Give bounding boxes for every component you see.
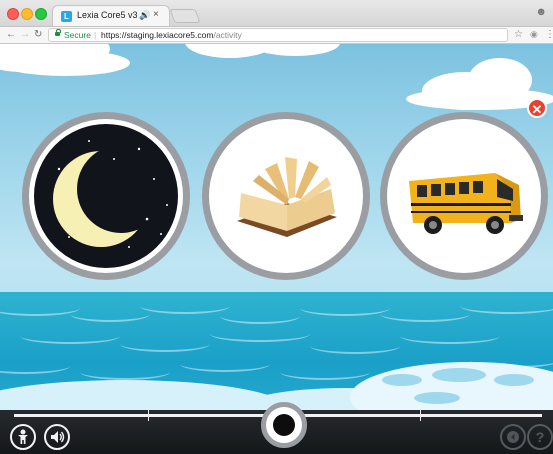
lock-icon: [55, 29, 61, 36]
help-person-icon[interactable]: [10, 424, 36, 450]
choice-book[interactable]: [202, 112, 370, 280]
record-icon: [273, 414, 295, 436]
address-bar: ← → ↻ Secure | https://staging.lexiacore…: [0, 27, 553, 44]
url-text: https://staging.lexiacore5.com/activity: [101, 29, 242, 41]
school-bus-icon: [409, 173, 523, 234]
window-close-button[interactable]: [7, 8, 19, 20]
forward-icon[interactable]: →: [20, 28, 30, 42]
choice-bus-frame: [387, 119, 541, 273]
tab-title: Lexia Core5 v3: [77, 10, 138, 20]
question-icon[interactable]: ?: [527, 424, 553, 450]
url-path: /activity: [213, 30, 242, 40]
star-icon[interactable]: ☆: [514, 29, 523, 40]
secure-label: Secure: [64, 30, 91, 40]
activity-stage: ✕: [0, 44, 553, 410]
profile-icon[interactable]: ☻: [535, 6, 547, 18]
tab-close-icon[interactable]: ×: [153, 9, 159, 20]
url-host: https://staging.lexiacore5.com: [101, 30, 214, 40]
speaker-icon[interactable]: [44, 424, 70, 450]
choice-moon[interactable]: [22, 112, 190, 280]
choice-moon-frame: [29, 119, 183, 273]
window-zoom-button[interactable]: [35, 8, 47, 20]
open-book-icon: [237, 157, 337, 237]
lexia-favicon-icon: L: [61, 11, 72, 22]
menu-icon[interactable]: ⋮: [545, 29, 553, 40]
url-separator: |: [94, 30, 97, 40]
choice-book-frame: [209, 119, 363, 273]
url-field[interactable]: Secure | https://staging.lexiacore5.com/…: [48, 28, 508, 42]
back-sound-icon[interactable]: [500, 424, 526, 450]
progress-tick: [420, 409, 421, 421]
crescent-moon-icon: [34, 124, 178, 268]
window-minimize-button[interactable]: [21, 8, 33, 20]
new-tab-button[interactable]: [169, 9, 201, 23]
reload-icon[interactable]: ↻: [34, 28, 42, 42]
exit-activity-button[interactable]: ✕: [527, 98, 547, 118]
progress-tick: [148, 409, 149, 421]
extension-icon[interactable]: ◉: [530, 29, 538, 40]
choice-bus[interactable]: [380, 112, 548, 280]
record-button[interactable]: [261, 402, 307, 448]
browser-tab[interactable]: L Lexia Core5 v3 🔊 ×: [52, 5, 170, 26]
tab-audio-icon[interactable]: 🔊: [139, 10, 150, 21]
back-icon[interactable]: ←: [6, 28, 16, 42]
svg-text:?: ?: [536, 429, 545, 445]
browser-tab-bar: L Lexia Core5 v3 🔊 × ☻: [0, 0, 553, 27]
